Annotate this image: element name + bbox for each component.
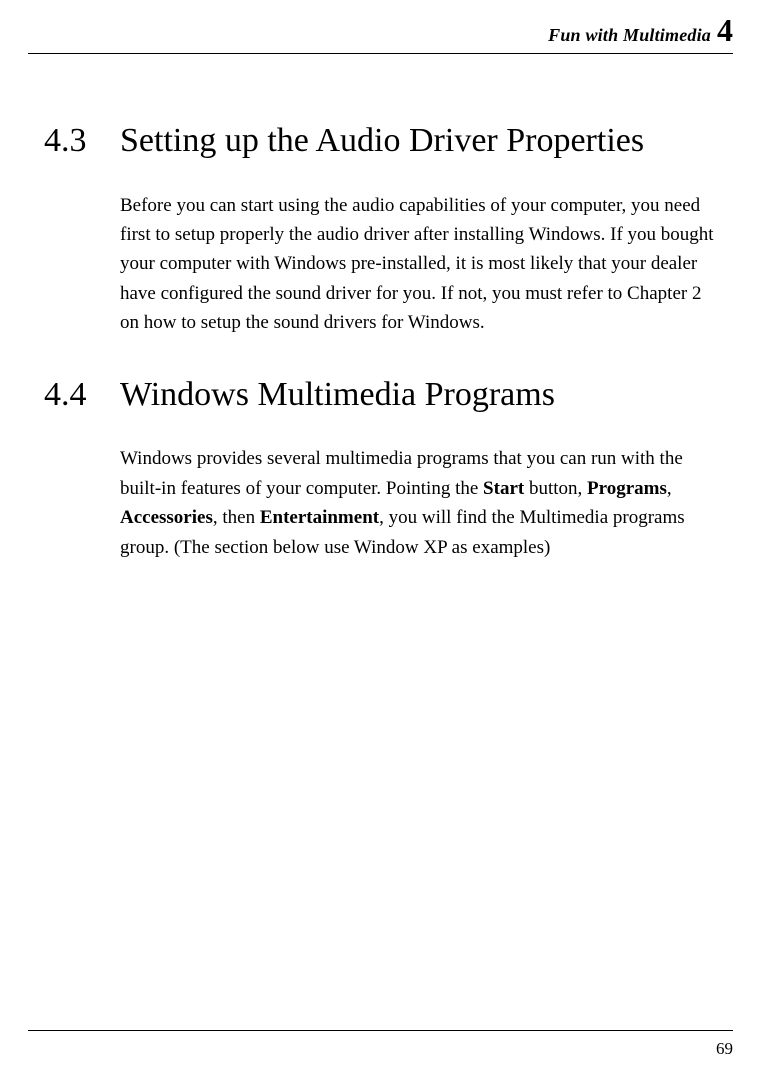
body-text-part: , then <box>213 507 260 528</box>
page-footer: 69 <box>28 1030 733 1059</box>
body-text-part: Before you can start using the audio cap… <box>120 195 714 334</box>
body-text-part: button, <box>524 478 587 499</box>
page-number: 69 <box>716 1039 733 1058</box>
section-title: Setting up the Audio Driver Properties <box>120 120 644 163</box>
page-content: 4.3 Setting up the Audio Driver Properti… <box>28 120 733 562</box>
section-number: 4.3 <box>44 122 120 160</box>
section-heading-4-3: 4.3 Setting up the Audio Driver Properti… <box>44 120 723 163</box>
chapter-number: 4 <box>717 12 733 49</box>
body-text-bold-accessories: Accessories <box>120 507 213 528</box>
body-text-bold-entertainment: Entertainment <box>260 507 379 528</box>
section-heading-4-4: 4.4 Windows Multimedia Programs <box>44 374 723 417</box>
body-text-part: , <box>667 478 672 499</box>
page-header: Fun with Multimedia 4 <box>28 12 733 54</box>
section-title: Windows Multimedia Programs <box>120 374 555 417</box>
body-text-bold-programs: Programs <box>587 478 667 499</box>
body-text-bold-start: Start <box>483 478 524 499</box>
section-number: 4.4 <box>44 376 120 414</box>
chapter-title-text: Fun with Multimedia <box>548 25 711 46</box>
section-body-4-3: Before you can start using the audio cap… <box>120 191 723 338</box>
section-body-4-4: Windows provides several multimedia prog… <box>120 444 723 562</box>
